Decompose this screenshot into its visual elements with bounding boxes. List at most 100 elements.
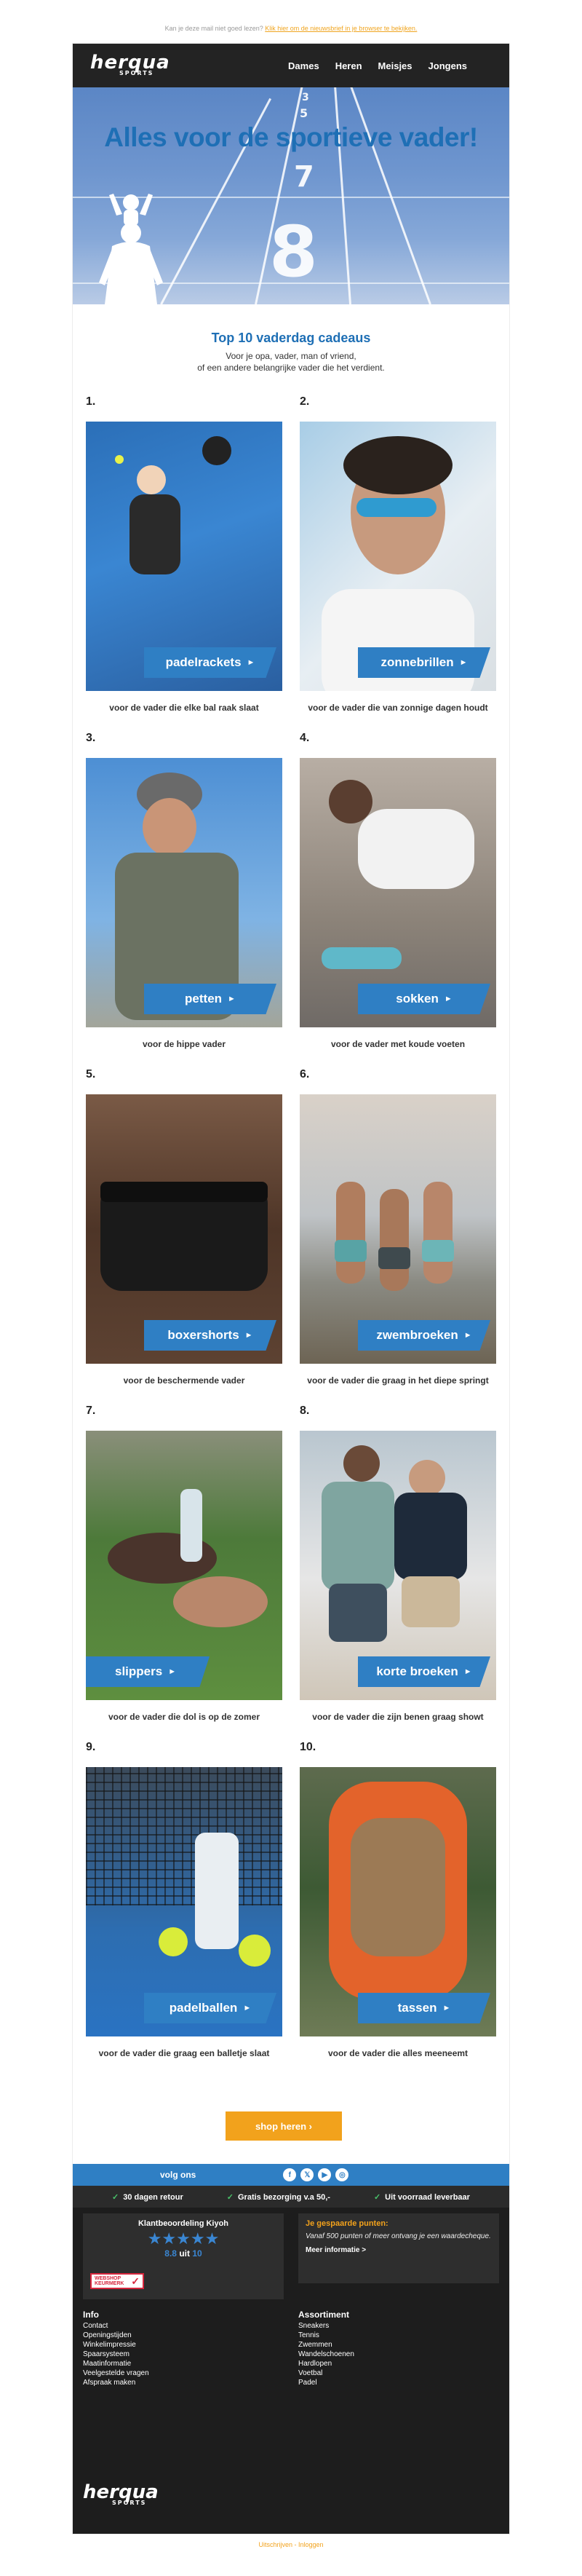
product-caption: voor de vader die graag in het diepe spr… [307, 1375, 489, 1386]
play-arrow-icon: ► [459, 658, 468, 667]
product-caption: voor de vader die zijn benen graag showt [312, 1712, 484, 1722]
photo-detail [351, 1818, 445, 1956]
email-header: herqua SPORTS Dames Heren Meisjes Jongen… [73, 44, 509, 87]
track-number: 7 [294, 160, 314, 194]
footer-link-sneakers[interactable]: Sneakers [298, 2321, 354, 2331]
play-arrow-icon: ► [463, 1331, 472, 1340]
youtube-icon[interactable]: ▶ [318, 2168, 332, 2181]
photo-detail [322, 1482, 394, 1591]
points-text: Vanaf 500 punten of meer ontvang je een … [306, 2232, 491, 2240]
bottom-links: Uitschrijven - Inloggen [258, 2541, 324, 2548]
padelballen-button[interactable]: padelballen ► [144, 1993, 276, 2023]
usp-item: ✓ Uit voorraad leverbaar [373, 2192, 470, 2202]
kiyoh-rating-box[interactable]: Klantbeoordeling Kiyoh ★★★★★ 8.8 uit 10 … [83, 2213, 284, 2299]
hero-banner[interactable]: 3 5 7 8 Alles voor de sportieve vader! [73, 87, 509, 304]
email-footer: Klantbeoordeling Kiyoh ★★★★★ 8.8 uit 10 … [73, 2208, 509, 2534]
product-card-padelrackets: 1. padelrackets ► voor de vader die elke … [86, 395, 282, 713]
korte-broeken-button[interactable]: korte broeken ► [358, 1656, 490, 1687]
footer-link-wandelschoenen[interactable]: Wandelschoenen [298, 2350, 354, 2359]
photo-detail [336, 1182, 365, 1284]
footer-link-winkelimpressie[interactable]: Winkelimpressie [83, 2340, 149, 2350]
product-photo[interactable]: tassen ► [300, 1767, 496, 2036]
nav-heren[interactable]: Heren [335, 60, 362, 71]
footer-link-tennis[interactable]: Tennis [298, 2331, 354, 2340]
zwembroeken-button[interactable]: zwembroeken ► [358, 1320, 490, 1351]
photo-detail [423, 1182, 453, 1284]
footer-link-zwemmen[interactable]: Zwemmen [298, 2340, 354, 2350]
product-photo[interactable]: korte broeken ► [300, 1431, 496, 1700]
play-arrow-icon: ► [168, 1667, 177, 1676]
product-number: 6. [300, 1068, 310, 1080]
play-arrow-icon: ► [243, 2004, 252, 2012]
product-number: 7. [86, 1404, 96, 1417]
product-caption: voor de beschermende vader [123, 1375, 245, 1386]
instagram-icon[interactable]: ◎ [335, 2168, 349, 2181]
footer-link-faq[interactable]: Veelgestelde vragen [83, 2368, 149, 2378]
product-photo[interactable]: padelrackets ► [86, 422, 282, 691]
nav-meisjes[interactable]: Meisjes [378, 60, 412, 71]
view-in-browser-link[interactable]: Klik hier om de nieuwsbrief in je browse… [265, 25, 417, 32]
product-card-zonnebrillen: 2. zonnebrillen ► voor de vader die van z… [300, 395, 496, 713]
product-caption: voor de vader die van zonnige dagen houd… [308, 703, 488, 713]
footer-link-contact[interactable]: Contact [83, 2321, 149, 2331]
footer-link-openingstijden[interactable]: Openingstijden [83, 2331, 149, 2340]
more-info-link[interactable]: Meer informatie > [306, 2246, 499, 2254]
usp-item: ✓ 30 dagen retour [112, 2192, 183, 2202]
footer-logo[interactable]: herqua SPORTS [83, 2483, 159, 2506]
padelrackets-button[interactable]: padelrackets ► [144, 647, 276, 678]
unsubscribe-link[interactable]: Uitschrijven [258, 2541, 292, 2548]
product-card-slippers: 7. slippers ► voor de vader die dol is op… [86, 1404, 282, 1722]
product-card-sokken: 4. sokken ► voor de vader met koude voete… [300, 732, 496, 1049]
product-number: 2. [300, 395, 310, 408]
login-link[interactable]: Inloggen [298, 2541, 324, 2548]
footer-link-hardlopen[interactable]: Hardlopen [298, 2359, 354, 2368]
photo-detail [380, 1189, 409, 1291]
social-bar: volg ons f 𝕏 ▶ ◎ [73, 2164, 509, 2186]
footer-link-maatinformatie[interactable]: Maatinformatie [83, 2359, 149, 2368]
nav-jongens[interactable]: Jongens [428, 60, 467, 71]
play-arrow-icon: ► [463, 1667, 472, 1676]
sokken-button[interactable]: sokken ► [358, 984, 490, 1014]
product-photo[interactable]: sokken ► [300, 758, 496, 1027]
boxershorts-button[interactable]: boxershorts ► [144, 1320, 276, 1351]
check-icon: ✓ [373, 2192, 381, 2202]
product-photo[interactable]: slippers ► [86, 1431, 282, 1700]
footer-link-spaarsysteem[interactable]: Spaarsysteem [83, 2350, 149, 2359]
nav-dames[interactable]: Dames [288, 60, 319, 71]
product-caption: voor de vader die elke bal raak slaat [109, 703, 259, 713]
herqua-logo[interactable]: herqua SPORTS [90, 53, 170, 76]
footer-link-afspraak[interactable]: Afspraak maken [83, 2378, 149, 2387]
social-icons: f 𝕏 ▶ ◎ [283, 2168, 349, 2181]
photo-detail [143, 798, 196, 856]
footer-link-voetbal[interactable]: Voetbal [298, 2368, 354, 2378]
photo-detail [343, 436, 453, 494]
photo-detail [335, 1240, 367, 1262]
product-photo[interactable]: petten ► [86, 758, 282, 1027]
tassen-button[interactable]: tassen ► [358, 1993, 490, 2023]
photo-detail [394, 1493, 467, 1580]
track-line [332, 87, 351, 304]
product-photo[interactable]: boxershorts ► [86, 1094, 282, 1364]
photo-detail [422, 1240, 454, 1262]
product-card-tassen: 10. tassen ► voor de vader die alles meen… [300, 1741, 496, 2058]
zonnebrillen-button[interactable]: zonnebrillen ► [358, 647, 490, 678]
facebook-icon[interactable]: f [283, 2168, 297, 2181]
petten-button[interactable]: petten ► [144, 984, 276, 1014]
x-icon[interactable]: 𝕏 [300, 2168, 314, 2181]
webshop-keurmerk-badge[interactable]: WEBSHOP KEURMERK ✓ [90, 2273, 144, 2289]
photo-detail [239, 1935, 271, 1967]
product-number: 9. [86, 1741, 96, 1753]
photo-detail [86, 1767, 282, 1905]
product-number: 10. [300, 1741, 316, 1753]
slippers-button[interactable]: slippers ► [86, 1656, 210, 1687]
product-photo[interactable]: padelballen ► [86, 1767, 282, 2036]
check-icon: ✓ [226, 2192, 234, 2202]
footer-link-padel[interactable]: Padel [298, 2378, 354, 2387]
photo-detail [180, 1489, 202, 1562]
shop-heren-button[interactable]: shop heren › [226, 2111, 342, 2141]
product-photo[interactable]: zwembroeken ► [300, 1094, 496, 1364]
main-nav: Dames Heren Meisjes Jongens [288, 60, 467, 71]
product-photo[interactable]: zonnebrillen ► [300, 422, 496, 691]
assortiment-title: Assortiment [298, 2310, 350, 2320]
product-card-korte-broeken: 8. korte broeken ► voor de vader die zijn… [300, 1404, 496, 1722]
